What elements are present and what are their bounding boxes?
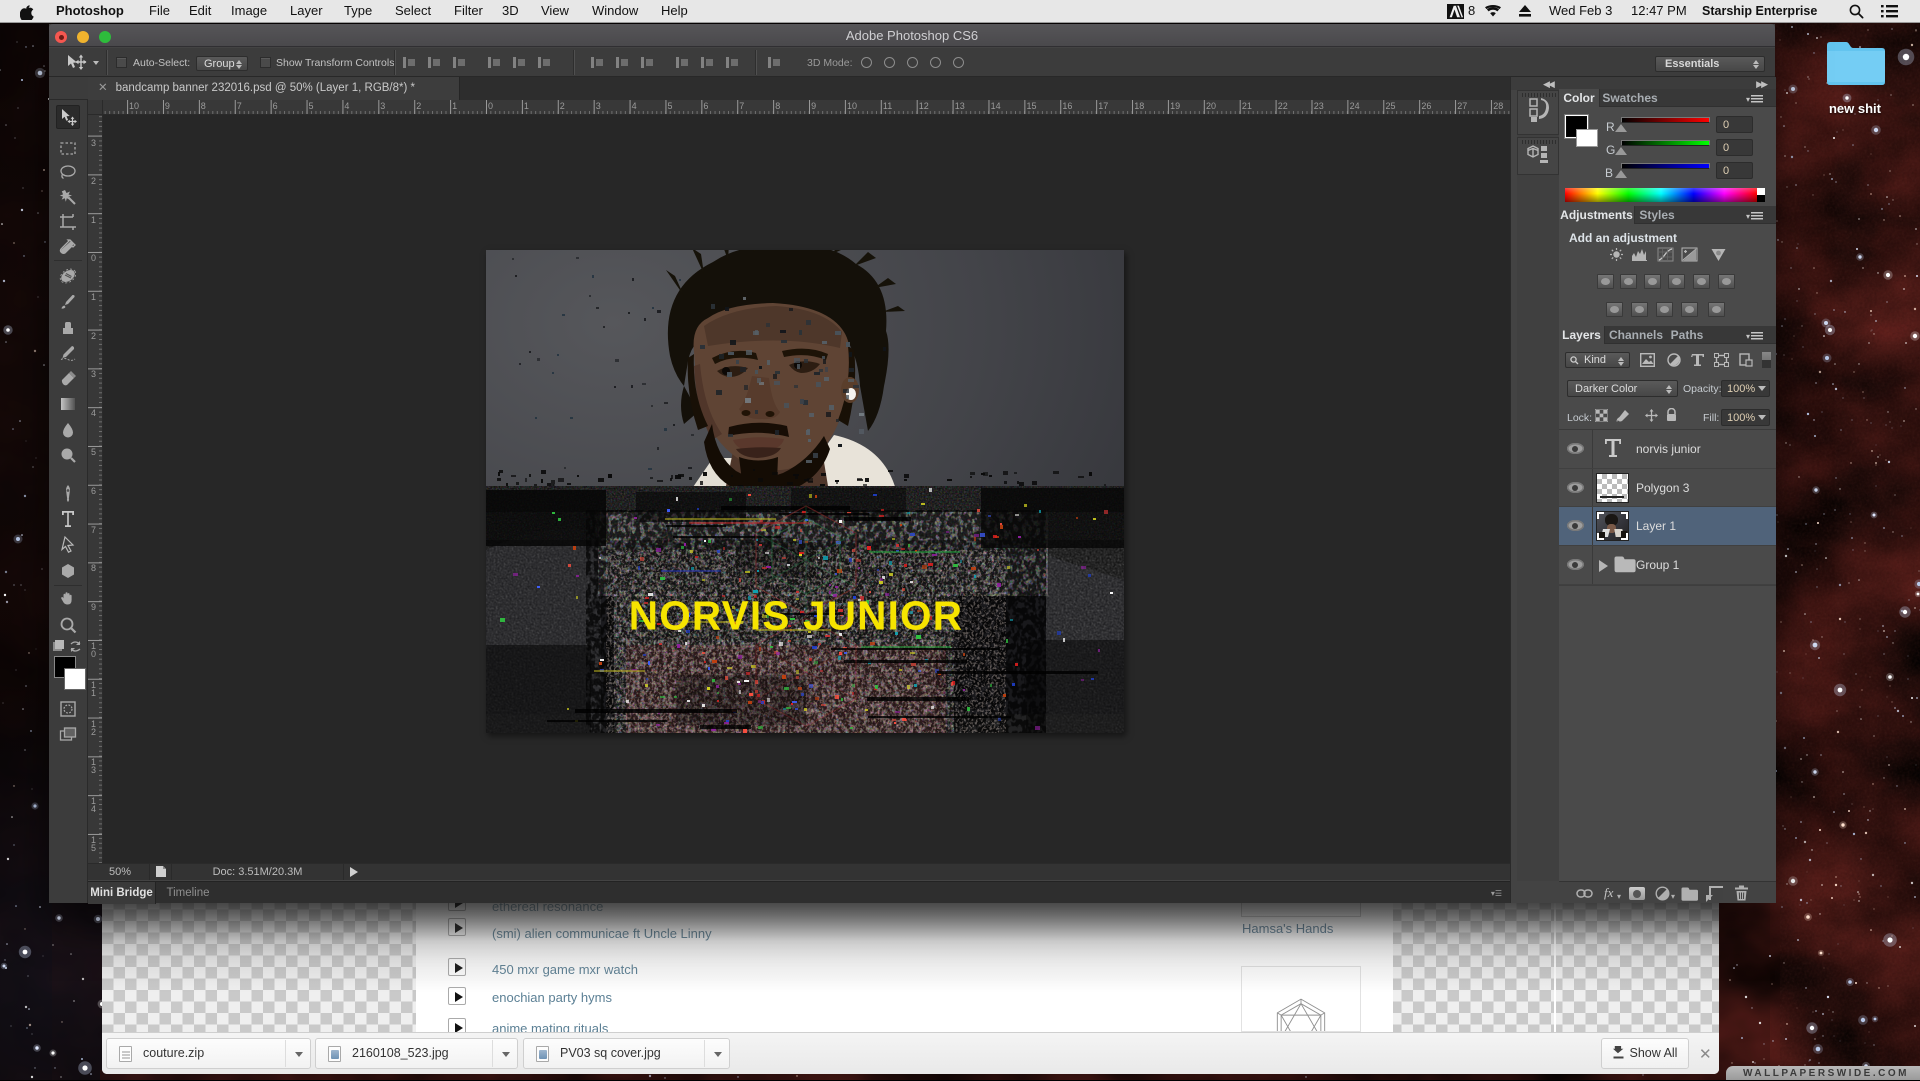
svg-text:NORVIS JUNIOR: NORVIS JUNIOR	[629, 593, 963, 639]
